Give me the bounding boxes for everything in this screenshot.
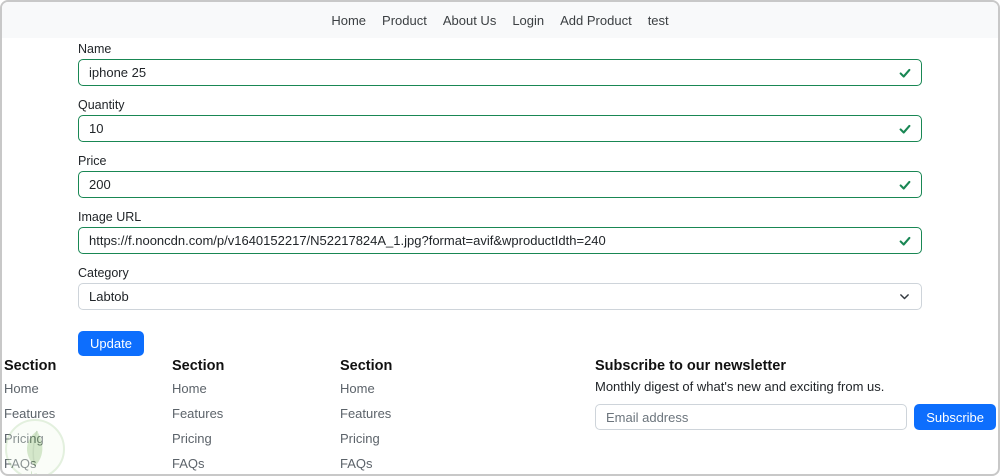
image-url-label: Image URL (78, 210, 142, 224)
nav-item-product[interactable]: Product (374, 13, 435, 28)
price-field-group: Price (78, 154, 922, 198)
name-field-group: Name (78, 42, 922, 86)
top-navbar: Home Product About Us Login Add Product … (2, 2, 998, 38)
footer-link-pricing[interactable]: Pricing (172, 431, 212, 446)
footer-link-faqs[interactable]: FAQs (4, 456, 37, 471)
newsletter-title: Subscribe to our newsletter (595, 358, 786, 374)
footer-link-home[interactable]: Home (172, 381, 207, 396)
image-url-field-group: Image URL (78, 210, 922, 254)
product-edit-form: Name Quantity Price (78, 38, 922, 356)
name-label: Name (78, 42, 112, 56)
name-input[interactable] (78, 59, 922, 86)
footer-link-home[interactable]: Home (4, 381, 39, 396)
nav-item-test[interactable]: test (640, 13, 677, 28)
footer-section-1: Section Home Features Pricing FAQs About (4, 358, 172, 474)
price-label: Price (78, 154, 107, 168)
update-button[interactable]: Update (78, 331, 144, 356)
footer-section-title: Section (340, 358, 393, 374)
footer-section-title: Section (172, 358, 225, 374)
nav-item-home[interactable]: Home (323, 13, 374, 28)
footer-section-3: Section Home Features Pricing FAQs About (340, 358, 595, 474)
quantity-input[interactable] (78, 115, 922, 142)
page-footer: Section Home Features Pricing FAQs About… (2, 356, 998, 474)
image-url-input[interactable] (78, 227, 922, 254)
footer-link-features[interactable]: Features (172, 406, 223, 421)
footer-link-features[interactable]: Features (4, 406, 55, 421)
footer-link-pricing[interactable]: Pricing (4, 431, 44, 446)
footer-link-faqs[interactable]: FAQs (172, 456, 205, 471)
category-field-group: Category Labtob (78, 266, 922, 310)
subscribe-button[interactable]: Subscribe (914, 404, 996, 430)
category-select[interactable]: Labtob (78, 283, 922, 310)
footer-link-home[interactable]: Home (340, 381, 375, 396)
footer-link-features[interactable]: Features (340, 406, 391, 421)
page: Home Product About Us Login Add Product … (0, 0, 1000, 476)
nav-item-login[interactable]: Login (504, 13, 552, 28)
quantity-label: Quantity (78, 98, 125, 112)
footer-section-2: Section Home Features Pricing FAQs About (172, 358, 340, 474)
nav-item-about-us[interactable]: About Us (435, 13, 504, 28)
price-input[interactable] (78, 171, 922, 198)
footer-link-pricing[interactable]: Pricing (340, 431, 380, 446)
footer-link-faqs[interactable]: FAQs (340, 456, 373, 471)
quantity-field-group: Quantity (78, 98, 922, 142)
email-input[interactable] (595, 404, 908, 430)
newsletter-description: Monthly digest of what's new and excitin… (595, 379, 885, 394)
newsletter-section: Subscribe to our newsletter Monthly dige… (595, 358, 996, 474)
category-label: Category (78, 266, 129, 280)
nav-item-add-product[interactable]: Add Product (552, 13, 640, 28)
footer-section-title: Section (4, 358, 57, 374)
